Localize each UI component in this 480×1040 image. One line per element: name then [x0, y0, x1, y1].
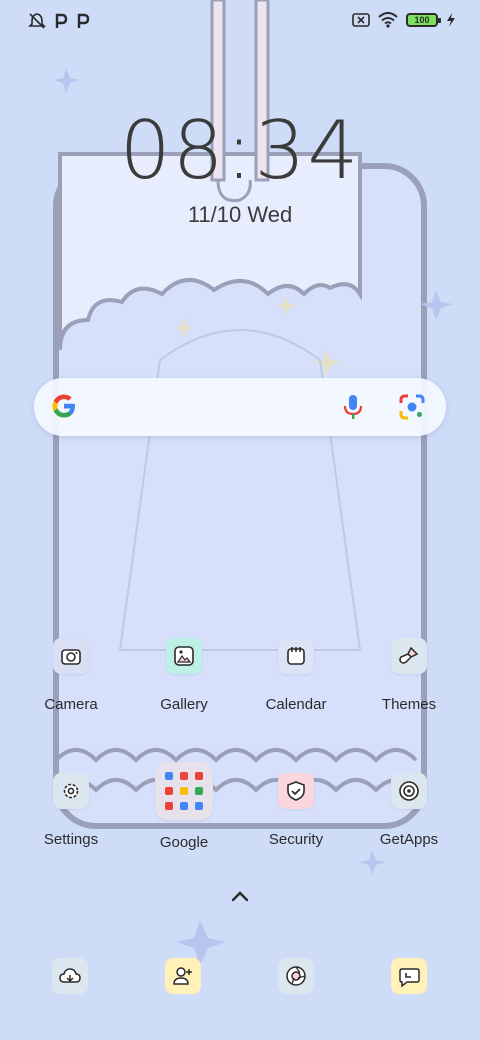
app-camera[interactable]: Camera — [21, 638, 121, 713]
sim-error-icon — [352, 13, 370, 27]
status-bar: 100 — [0, 8, 480, 36]
app-label: Themes — [381, 696, 437, 713]
brush-icon — [391, 638, 427, 674]
gallery-icon — [166, 638, 202, 674]
charging-icon — [447, 13, 455, 27]
app-label: Calendar — [265, 696, 327, 713]
google-search-bar[interactable] — [34, 378, 446, 436]
browser-icon — [286, 966, 306, 986]
dock-messaging[interactable] — [391, 958, 427, 994]
app-getapps[interactable]: GetApps — [359, 773, 459, 848]
p-app-icon — [77, 13, 90, 28]
battery-icon: 100 — [406, 13, 441, 27]
add-contact-icon — [173, 967, 192, 985]
app-label: Security — [268, 831, 324, 848]
folder-icon — [155, 762, 213, 820]
app-label: Settings — [43, 831, 99, 848]
chevron-up-icon[interactable] — [228, 888, 252, 904]
app-calendar[interactable]: Calendar — [246, 638, 346, 713]
dock-browser[interactable] — [278, 958, 314, 994]
messaging-icon — [399, 968, 420, 988]
app-label: Gallery — [160, 696, 208, 713]
p-app-icon — [55, 13, 68, 28]
app-label: Google — [159, 834, 209, 851]
app-themes[interactable]: Themes — [359, 638, 459, 713]
app-security[interactable]: Security — [246, 773, 346, 848]
google-g-icon — [52, 394, 75, 418]
dock-cloud-app[interactable] — [52, 958, 88, 994]
app-gallery[interactable]: Gallery — [134, 638, 234, 713]
folder-google[interactable]: Google — [134, 762, 234, 851]
calendar-icon — [278, 638, 314, 674]
app-label: Camera — [44, 696, 98, 713]
app-settings[interactable]: Settings — [21, 773, 121, 848]
clock-time[interactable]: 08:34 — [0, 104, 480, 197]
cloud-app-icon — [59, 968, 81, 983]
shield-check-icon — [278, 773, 314, 809]
gear-icon — [53, 773, 89, 809]
microphone-icon[interactable] — [342, 393, 364, 421]
camera-icon — [53, 638, 89, 674]
dock-contacts[interactable] — [165, 958, 201, 994]
getapps-icon — [391, 773, 427, 809]
app-label: GetApps — [379, 831, 439, 848]
wifi-icon — [378, 12, 398, 28]
notifications-off-icon — [28, 13, 46, 29]
google-lens-icon[interactable] — [398, 393, 426, 421]
clock-date[interactable]: 11/10 Wed — [0, 202, 480, 228]
